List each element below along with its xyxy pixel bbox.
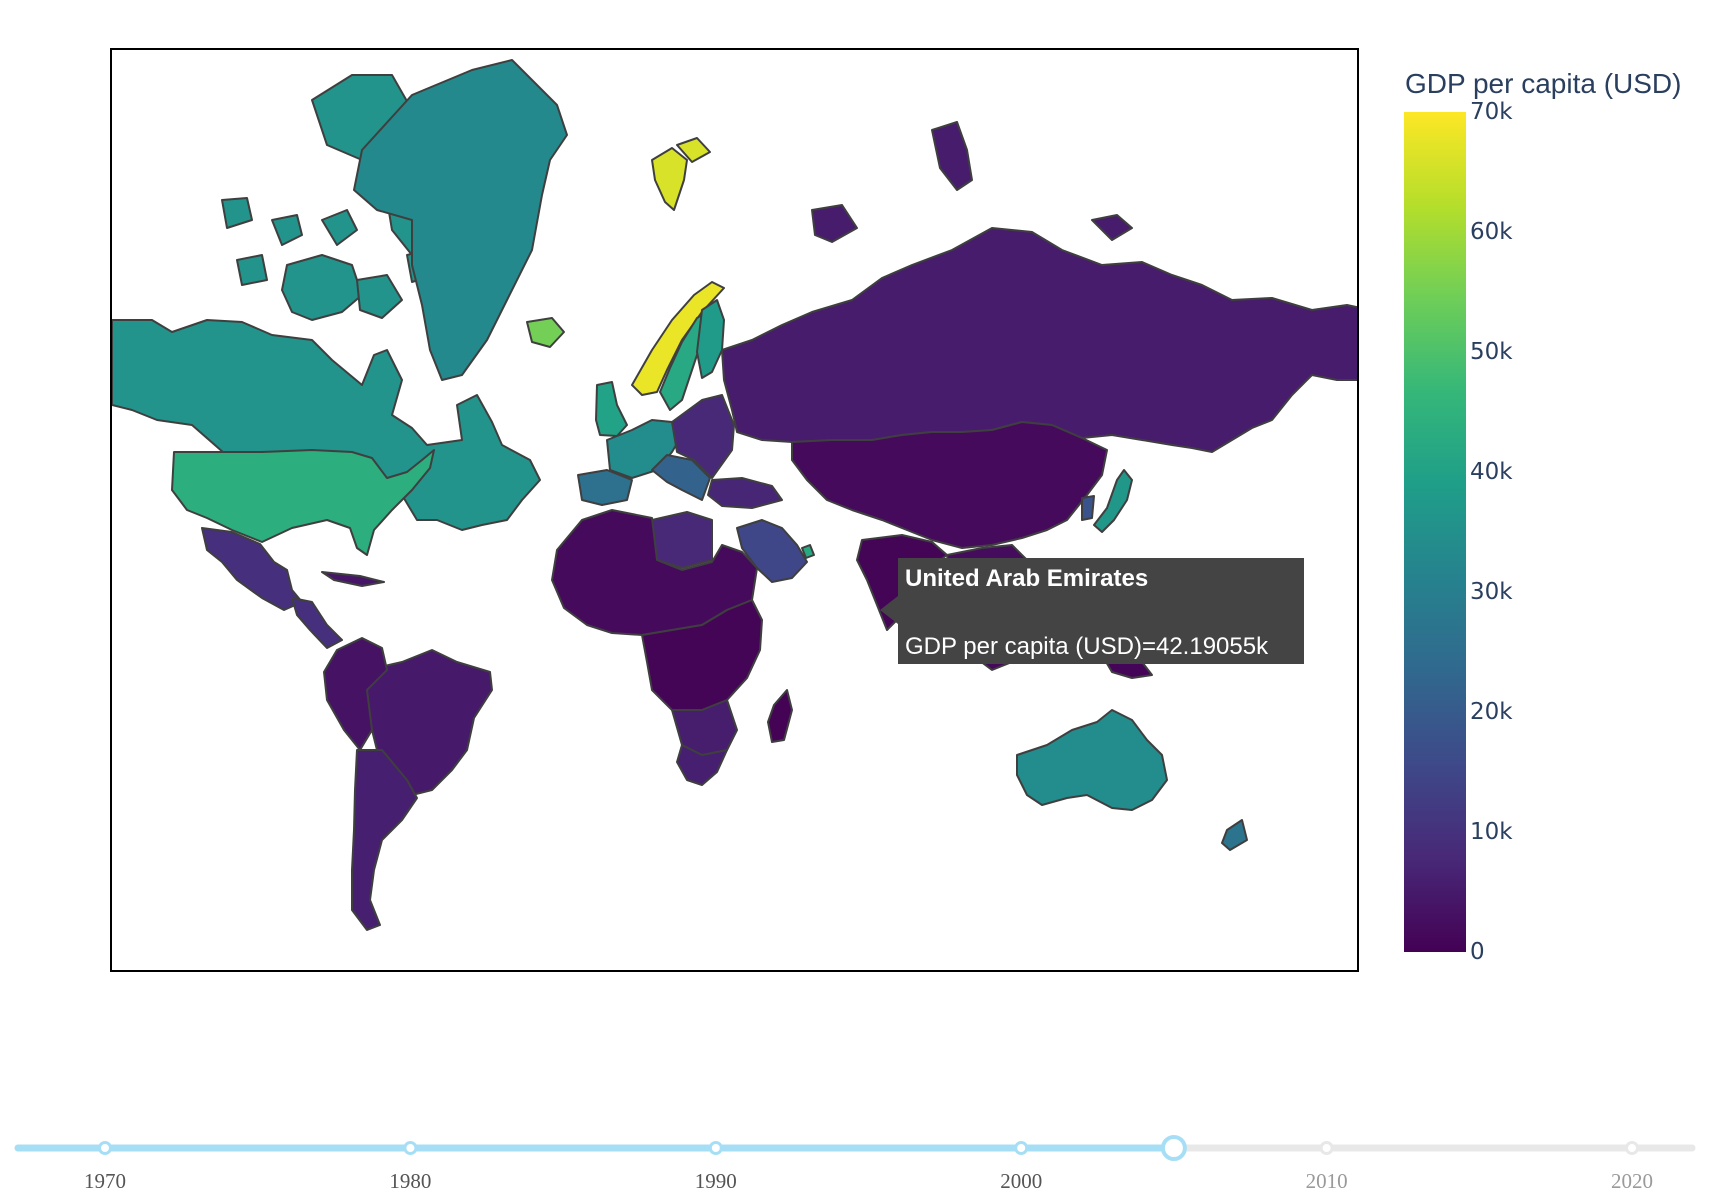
region-madagascar[interactable] — [767, 689, 793, 743]
region-cuba[interactable] — [321, 571, 385, 587]
region-russia[interactable] — [721, 227, 1359, 453]
colorbar-tick-label: 10k — [1470, 819, 1513, 845]
slider-step-1970[interactable] — [98, 1141, 112, 1155]
region-australia[interactable] — [1016, 709, 1168, 811]
region-iceland[interactable] — [526, 317, 565, 348]
year-slider[interactable]: 1970 1980 1990 2000 2010 2020 — [0, 1110, 1717, 1204]
region-mexico[interactable] — [201, 527, 303, 611]
region-mexico[interactable] — [291, 597, 343, 649]
colorbar-tick-label: 0 — [1470, 939, 1485, 965]
colorbar — [1404, 112, 1466, 952]
world-map[interactable] — [112, 50, 1359, 972]
region-svalbard[interactable] — [651, 137, 711, 211]
hover-tooltip: United Arab Emirates GDP per capita (USD… — [898, 558, 1304, 664]
colorbar-tick-label: 50k — [1470, 339, 1513, 365]
region-turkey[interactable] — [707, 477, 783, 509]
tooltip-arrow — [880, 596, 898, 624]
colorbar-tick-label: 70k — [1470, 99, 1513, 125]
tooltip-country-name: United Arab Emirates — [905, 565, 1149, 592]
colorbar-tick-label: 30k — [1470, 579, 1513, 605]
colorbar-tick-label: 20k — [1470, 699, 1513, 725]
slider-year-label: 2000 — [1000, 1169, 1042, 1193]
region-united-kingdom[interactable] — [595, 381, 628, 437]
slider-year-label: 1990 — [695, 1169, 737, 1193]
slider-year-label: 2020 — [1611, 1169, 1653, 1193]
map-frame[interactable] — [110, 48, 1359, 972]
tooltip-value: GDP per capita (USD)=42.19055k — [905, 633, 1269, 660]
region-finland[interactable] — [696, 299, 725, 379]
slider-handle[interactable] — [1160, 1135, 1187, 1161]
region-russia[interactable] — [811, 121, 1133, 243]
slider-year-label: 1970 — [84, 1169, 126, 1193]
region-canada[interactable] — [281, 254, 363, 321]
slider-year-label: 1980 — [389, 1169, 431, 1193]
slider-step-1980[interactable] — [403, 1141, 418, 1155]
colorbar-tick-label: 40k — [1470, 459, 1513, 485]
region-korea[interactable] — [1081, 495, 1095, 521]
slider-year-label: 2010 — [1306, 1169, 1348, 1193]
slider-step-1990[interactable] — [708, 1141, 723, 1155]
slider-step-2020[interactable] — [1625, 1141, 1639, 1155]
slider-step-2010[interactable] — [1319, 1141, 1334, 1155]
colorbar-tick-label: 60k — [1470, 219, 1513, 245]
region-libya[interactable] — [651, 511, 713, 569]
slider-step-2000[interactable] — [1014, 1141, 1029, 1155]
region-central-asia-china[interactable] — [791, 421, 1108, 549]
region-new-zealand[interactable] — [1221, 819, 1248, 851]
colorbar-title: GDP per capita (USD) — [1405, 68, 1682, 99]
